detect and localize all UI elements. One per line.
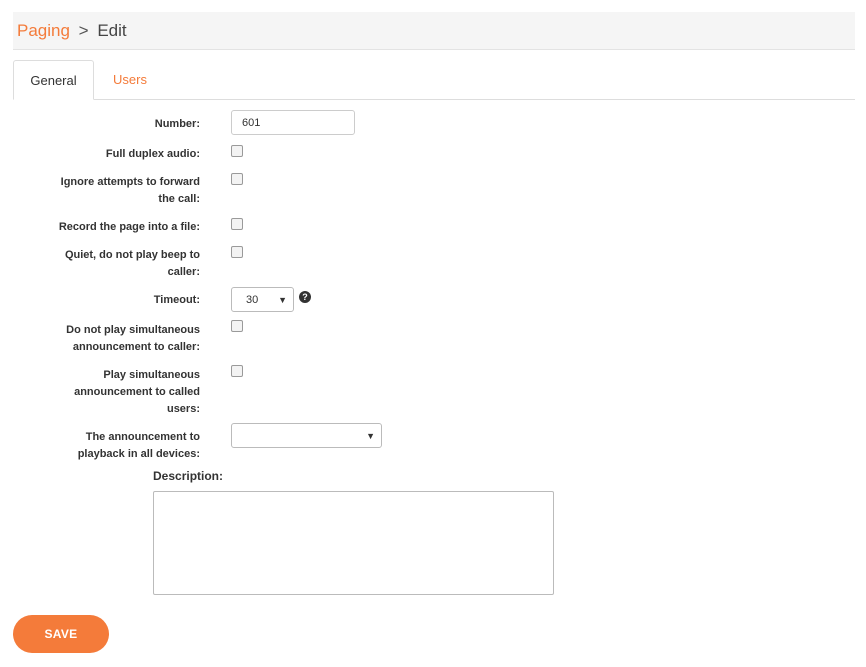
save-button[interactable]: SAVE xyxy=(13,615,109,653)
play-simul-called-label: Play simultaneous announcement to called… xyxy=(10,367,200,418)
number-input[interactable] xyxy=(231,110,355,135)
no-simul-caller-label-line2: announcement to caller: xyxy=(72,341,200,353)
play-simul-called-checkbox[interactable] xyxy=(231,365,243,377)
full-duplex-checkbox[interactable] xyxy=(231,145,243,157)
breadcrumb-current: Edit xyxy=(97,21,127,40)
record-page-label: Record the page into a file: xyxy=(58,221,200,233)
tab-general[interactable]: General xyxy=(13,60,94,100)
caret-down-icon: ▼ xyxy=(278,295,287,305)
full-duplex-label: Full duplex audio: xyxy=(105,148,200,160)
ignore-forward-checkbox[interactable] xyxy=(231,173,243,185)
play-simul-called-label-line3: users: xyxy=(166,403,200,415)
question-circle-icon[interactable]: ? xyxy=(299,291,311,303)
announcement-label-line1: The announcement to xyxy=(85,431,200,443)
ignore-forward-label-line1: Ignore attempts to forward xyxy=(60,176,200,188)
record-page-checkbox[interactable] xyxy=(231,218,243,230)
announcement-label-line2: playback in all devices: xyxy=(77,448,200,460)
quiet-checkbox[interactable] xyxy=(231,246,243,258)
ignore-forward-label: Ignore attempts to forward the call: xyxy=(10,174,200,208)
announcement-select[interactable]: ▼ xyxy=(231,423,382,448)
timeout-select-value: 30 xyxy=(246,294,259,306)
tab-bar: General Users xyxy=(13,60,855,100)
ignore-forward-label-line2: the call: xyxy=(158,193,200,205)
play-simul-called-label-line1: Play simultaneous xyxy=(103,369,200,381)
page-header: Paging > Edit xyxy=(13,12,855,50)
breadcrumb-separator: > xyxy=(78,21,89,40)
number-label: Number: xyxy=(154,118,200,130)
play-simul-called-label-line2: announcement to called xyxy=(74,386,200,398)
quiet-label: Quiet, do not play beep to caller: xyxy=(10,247,200,281)
no-simul-caller-checkbox[interactable] xyxy=(231,320,243,332)
timeout-label: Timeout: xyxy=(153,294,200,306)
breadcrumb-link-paging[interactable]: Paging xyxy=(17,21,70,40)
quiet-label-line2: caller: xyxy=(167,266,200,278)
caret-down-icon: ▼ xyxy=(366,431,375,441)
timeout-select[interactable]: 30 ▼ xyxy=(231,287,294,312)
quiet-label-line1: Quiet, do not play beep to xyxy=(64,249,200,261)
description-label: Description: xyxy=(153,469,224,483)
tab-users[interactable]: Users xyxy=(94,60,166,100)
no-simul-caller-label: Do not play simultaneous announcement to… xyxy=(10,322,200,356)
announcement-label: The announcement to playback in all devi… xyxy=(10,429,200,463)
breadcrumb: Paging > Edit xyxy=(17,21,127,41)
no-simul-caller-label-line1: Do not play simultaneous xyxy=(66,324,200,336)
description-textarea[interactable] xyxy=(153,491,554,595)
